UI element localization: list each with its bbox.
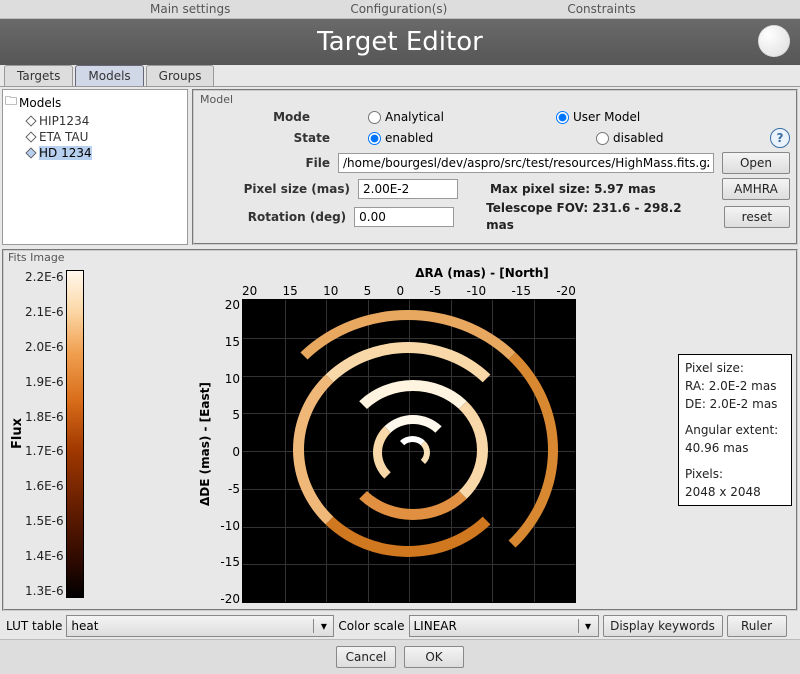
colorbar: Flux 2.2E-62.1E-62.0E-61.9E-61.8E-61.7E-… [4, 264, 92, 604]
dialog-footer: Cancel OK [0, 639, 800, 674]
pixel-label: Pixel size (mas) [200, 182, 350, 196]
cancel-button[interactable]: Cancel [336, 646, 396, 668]
state-label: State [200, 131, 330, 145]
radio-enabled[interactable]: enabled [368, 131, 588, 145]
maxpixel-label: Max pixel size: 5.97 mas [490, 181, 656, 198]
y-ticks: 20151050-5-10-15-20 [216, 298, 240, 606]
tree-item-hip1234[interactable]: HIP1234 [5, 113, 185, 129]
tree-item-etatau[interactable]: ETA TAU [5, 129, 185, 145]
colorbar-gradient [66, 270, 84, 598]
radio-analytical[interactable]: Analytical [368, 110, 548, 124]
rotation-field[interactable] [354, 207, 454, 227]
y-axis-title: ΔDE (mas) - [East] [198, 364, 212, 524]
model-panel: Model Mode Analytical User Model State e… [192, 89, 798, 245]
scale-label: Color scale [338, 619, 404, 633]
fits-panel: Fits Image Flux 2.2E-62.1E-62.0E-61.9E-6… [2, 249, 798, 611]
file-field[interactable] [338, 153, 714, 173]
page-title: Target Editor [317, 27, 483, 57]
bottom-bar: LUT table ▾ Color scale ▾ Display keywor… [0, 613, 800, 639]
fits-section-label: Fits Image [4, 251, 796, 264]
tree-item-hd1234[interactable]: HD 1234 [5, 145, 185, 161]
file-label: File [200, 156, 330, 170]
diamond-icon [25, 147, 36, 158]
flux-axis-label: Flux [8, 270, 25, 598]
telescope-label: Telescope FOV: 231.6 - 298.2 mas [486, 200, 708, 234]
scale-combo[interactable]: ▾ [409, 615, 599, 637]
nav-constraints[interactable]: Constraints [567, 2, 635, 16]
model-section-label: Model [200, 93, 790, 106]
ruler-button[interactable]: Ruler [727, 615, 787, 637]
colorbar-ticks: 2.2E-62.1E-62.0E-61.9E-61.8E-61.7E-61.6E… [25, 270, 66, 598]
tab-bar: Targets Models Groups [0, 65, 800, 87]
chevron-down-icon[interactable]: ▾ [578, 619, 598, 633]
mode-label: Mode [200, 110, 310, 124]
nav-config[interactable]: Configuration(s) [350, 2, 447, 16]
x-ticks: 20151050-5-10-15-20 [242, 284, 576, 298]
lut-field[interactable] [67, 616, 313, 636]
scale-field[interactable] [410, 616, 578, 636]
chevron-down-icon[interactable]: ▾ [313, 619, 333, 633]
ok-button[interactable]: OK [404, 646, 464, 668]
tab-groups[interactable]: Groups [146, 65, 215, 86]
diamond-icon [25, 115, 36, 126]
model-tree[interactable]: 🗀Models HIP1234 ETA TAU HD 1234 [2, 89, 188, 245]
pixel-field[interactable] [358, 179, 458, 199]
top-nav: Main settings Configuration(s) Constrain… [0, 0, 800, 19]
help-icon[interactable]: ? [770, 128, 790, 148]
rotation-label: Rotation (deg) [200, 210, 346, 224]
title-bar: Target Editor [0, 19, 800, 65]
tree-root[interactable]: 🗀Models [5, 92, 185, 113]
radio-disabled[interactable]: disabled [596, 131, 716, 145]
diamond-icon [25, 131, 36, 142]
display-keywords-button[interactable]: Display keywords [603, 615, 723, 637]
tab-models[interactable]: Models [75, 65, 143, 86]
open-button[interactable]: Open [722, 152, 790, 174]
lut-label: LUT table [6, 619, 62, 633]
radio-usermodel[interactable]: User Model [556, 110, 640, 124]
folder-icon: 🗀 [5, 92, 17, 113]
logo-orb [758, 25, 790, 57]
nav-main[interactable]: Main settings [150, 2, 230, 16]
tab-targets[interactable]: Targets [4, 65, 73, 86]
amhra-button[interactable]: AMHRA [722, 178, 790, 200]
image-info-box: Pixel size:RA: 2.0E-2 masDE: 2.0E-2 mas … [678, 354, 792, 506]
fits-image[interactable] [242, 299, 576, 603]
reset-button[interactable]: reset [724, 206, 790, 228]
x-axis-title: ΔRA (mas) - [North] [332, 266, 632, 280]
lut-combo[interactable]: ▾ [66, 615, 334, 637]
